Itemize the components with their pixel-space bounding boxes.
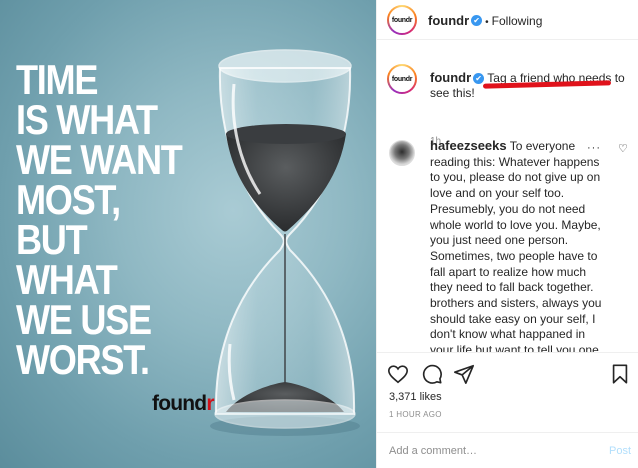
post-comment-button[interactable]: Post <box>609 445 631 457</box>
header-username[interactable]: foundr <box>428 13 469 28</box>
caption-avatar[interactable]: foundr <box>387 64 417 94</box>
header-info: foundr ✔ • Following <box>428 12 542 30</box>
add-comment-bar: Post <box>377 432 638 468</box>
headline-line: WHAT <box>16 256 118 303</box>
post-headline: TIME IS WHAT WE WANT MOST, BUT WHAT WE U… <box>16 56 197 383</box>
headline-line: WE USE <box>16 296 152 343</box>
caption-username[interactable]: foundr <box>430 70 471 85</box>
bookmark-icon[interactable] <box>609 363 631 385</box>
headline-line: WORST. <box>16 336 150 383</box>
verified-badge-icon: ✔ <box>473 73 485 85</box>
headline-line: MOST, <box>16 176 121 223</box>
comment-text: To everyone reading this: Whatever happe… <box>430 139 602 352</box>
foundr-logo: foundr <box>152 392 215 415</box>
comment-avatar[interactable] <box>389 140 415 166</box>
comment-icon[interactable] <box>421 363 443 385</box>
likes-count[interactable]: 3,371 likes <box>389 391 442 403</box>
comment-input[interactable] <box>389 443 589 459</box>
avatar[interactable]: foundr <box>387 5 417 35</box>
verified-badge-icon: ✔ <box>471 15 483 27</box>
headline-line: WE WANT <box>16 136 183 183</box>
headline-line: BUT <box>16 216 88 263</box>
comment-username[interactable]: hafeezseeks <box>430 138 507 153</box>
headline-line: TIME <box>16 56 98 103</box>
separator-dot: • <box>485 17 489 28</box>
comment-like-icon[interactable]: ♡ <box>618 142 628 155</box>
post-image[interactable]: TIME IS WHAT WE WANT MOST, BUT WHAT WE U… <box>0 0 376 468</box>
post-header: foundr foundr ✔ • Following <box>377 0 638 40</box>
headline-line: IS WHAT <box>16 96 158 143</box>
comments-scroll-area[interactable]: foundr foundr ✔ Tag a friend who needs to… <box>377 40 638 352</box>
post-sidebar: foundr foundr ✔ • Following foundr foundr ✔ … <box>376 0 638 468</box>
action-bar <box>377 352 638 385</box>
share-icon[interactable] <box>453 363 475 385</box>
post-timestamp[interactable]: 1 HOUR AGO <box>389 410 442 419</box>
more-options-icon[interactable]: ··· <box>587 142 601 154</box>
hourglass-illustration <box>210 49 360 436</box>
following-button[interactable]: Following <box>492 14 543 28</box>
comment-body: hafeezseeks To everyone reading this: Wh… <box>430 138 610 352</box>
heart-icon[interactable] <box>387 363 409 385</box>
